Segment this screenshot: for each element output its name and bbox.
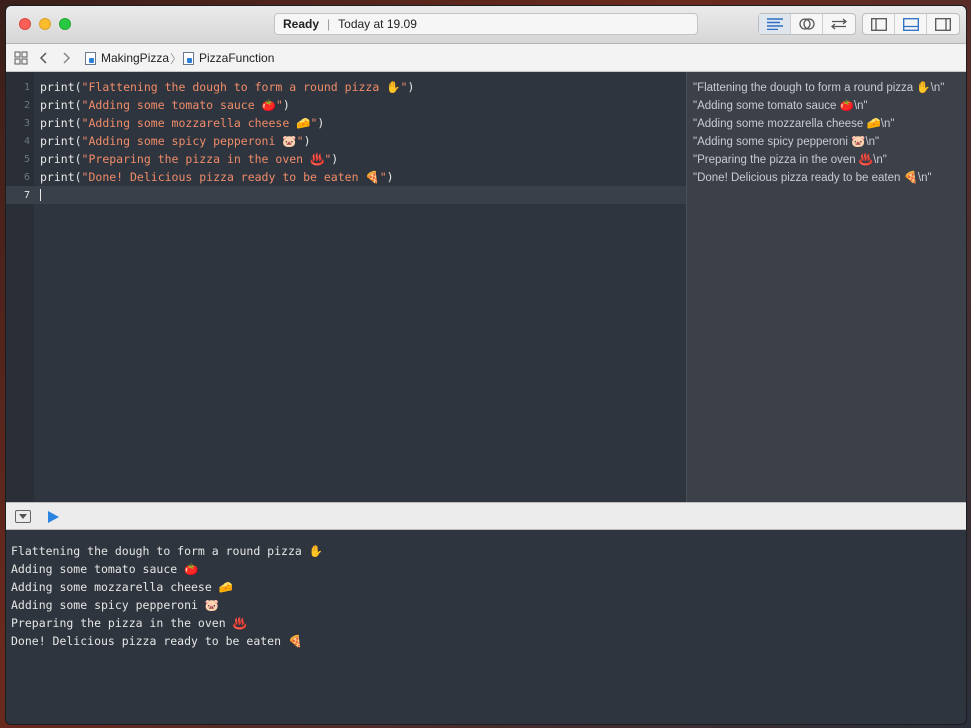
title-bar: Ready | Today at 19.09 bbox=[6, 6, 966, 44]
status-state: Ready bbox=[283, 17, 320, 31]
code-text: print("Adding some tomato sauce 🍅") bbox=[40, 98, 290, 112]
navigator-toggle-button[interactable] bbox=[863, 14, 895, 34]
code-line-current[interactable]: 7 bbox=[6, 186, 686, 204]
chevron-right-icon bbox=[63, 52, 71, 64]
breadcrumb-project[interactable]: MakingPizza bbox=[85, 44, 169, 72]
line-number: 2 bbox=[23, 99, 30, 111]
console-line: Adding some tomato sauce 🍅 bbox=[11, 562, 199, 576]
standard-editor-button[interactable] bbox=[759, 14, 791, 34]
back-button[interactable] bbox=[39, 44, 49, 72]
activity-status: Ready | Today at 19.09 bbox=[274, 13, 698, 35]
minimize-window-button[interactable] bbox=[39, 18, 51, 30]
line-number: 3 bbox=[23, 117, 30, 129]
code-line[interactable]: 2 print("Adding some tomato sauce 🍅") bbox=[6, 96, 686, 114]
version-editor-button[interactable] bbox=[823, 14, 855, 34]
code-text: print("Adding some mozzarella cheese 🧀") bbox=[40, 116, 325, 130]
view-toggle-control bbox=[862, 13, 960, 35]
swift-file-icon bbox=[183, 51, 194, 65]
status-separator: | bbox=[327, 17, 331, 31]
code-line[interactable]: 4 print("Adding some spicy pepperoni 🐷") bbox=[6, 132, 686, 150]
breadcrumb-separator: 〉 bbox=[170, 51, 183, 66]
debug-area-toggle-button[interactable] bbox=[895, 14, 927, 34]
code-text: print("Preparing the pizza in the oven ♨… bbox=[40, 152, 339, 166]
line-number: 1 bbox=[23, 81, 30, 93]
result-value[interactable]: "Flattening the dough to form a round pi… bbox=[693, 80, 944, 94]
triangle-down-icon bbox=[19, 513, 27, 519]
chevron-left-icon bbox=[39, 52, 47, 64]
code-text: print("Flattening the dough to form a ro… bbox=[40, 80, 415, 94]
breadcrumb-file[interactable]: PizzaFunction bbox=[183, 44, 274, 72]
source-editor[interactable]: 1 print("Flattening the dough to form a … bbox=[6, 72, 686, 502]
swap-arrows-icon bbox=[830, 18, 848, 30]
align-lines-icon bbox=[766, 18, 783, 30]
results-sidebar: "Flattening the dough to form a round pi… bbox=[686, 72, 966, 502]
jump-bar: MakingPizza 〉 PizzaFunction bbox=[6, 44, 966, 72]
result-value[interactable]: "Preparing the pizza in the oven ♨️\n" bbox=[693, 152, 887, 166]
code-text: print("Adding some spicy pepperoni 🐷") bbox=[40, 134, 311, 148]
right-panel-icon bbox=[935, 17, 951, 31]
breadcrumb-label: MakingPizza bbox=[101, 51, 170, 65]
left-panel-icon bbox=[870, 17, 887, 31]
line-number: 7 bbox=[23, 189, 30, 201]
console-line: Adding some mozzarella cheese 🧀 bbox=[11, 580, 234, 594]
assistant-editor-button[interactable] bbox=[791, 14, 823, 34]
code-line[interactable]: 6 print("Done! Delicious pizza ready to … bbox=[6, 168, 686, 186]
console-line: Done! Delicious pizza ready to be eaten … bbox=[11, 634, 303, 648]
breadcrumb-label: PizzaFunction bbox=[199, 51, 275, 65]
code-line[interactable]: 5 print("Preparing the pizza in the oven… bbox=[6, 150, 686, 168]
console-output[interactable]: Flattening the dough to form a round piz… bbox=[6, 530, 966, 724]
text-cursor bbox=[40, 189, 41, 201]
code-line[interactable]: 3 print("Adding some mozzarella cheese 🧀… bbox=[6, 114, 686, 132]
editor-mode-control bbox=[758, 13, 856, 35]
forward-button[interactable] bbox=[61, 44, 71, 72]
result-value[interactable]: "Adding some tomato sauce 🍅\n" bbox=[693, 98, 868, 112]
result-value[interactable]: "Done! Delicious pizza ready to be eaten… bbox=[693, 170, 932, 184]
grid-icon bbox=[14, 51, 28, 65]
line-number: 4 bbox=[23, 135, 30, 147]
code-text: print("Done! Delicious pizza ready to be… bbox=[40, 170, 394, 184]
console-line: Adding some spicy pepperoni 🐷 bbox=[11, 598, 220, 612]
zoom-window-button[interactable] bbox=[59, 18, 71, 30]
result-value[interactable]: "Adding some mozzarella cheese 🧀\n" bbox=[693, 116, 894, 130]
result-value[interactable]: "Adding some spicy pepperoni 🐷\n" bbox=[693, 134, 879, 148]
debug-bar bbox=[6, 502, 966, 530]
playground-window: Ready | Today at 19.09 MakingPizza 〉 Piz… bbox=[6, 6, 966, 724]
close-window-button[interactable] bbox=[19, 18, 31, 30]
interlocking-circles-icon bbox=[798, 18, 815, 30]
code-line[interactable]: 1 print("Flattening the dough to form a … bbox=[6, 78, 686, 96]
related-items-button[interactable] bbox=[14, 44, 28, 72]
playground-file-icon bbox=[85, 51, 96, 65]
line-number: 5 bbox=[23, 153, 30, 165]
line-number: 6 bbox=[23, 171, 30, 183]
utilities-toggle-button[interactable] bbox=[927, 14, 959, 34]
console-line: Preparing the pizza in the oven ♨️ bbox=[11, 616, 247, 630]
console-line: Flattening the dough to form a round piz… bbox=[11, 544, 324, 558]
status-time: Today at 19.09 bbox=[338, 17, 417, 31]
run-button[interactable] bbox=[48, 511, 59, 523]
bottom-panel-icon bbox=[902, 17, 919, 31]
hide-debug-area-button[interactable] bbox=[15, 510, 31, 523]
